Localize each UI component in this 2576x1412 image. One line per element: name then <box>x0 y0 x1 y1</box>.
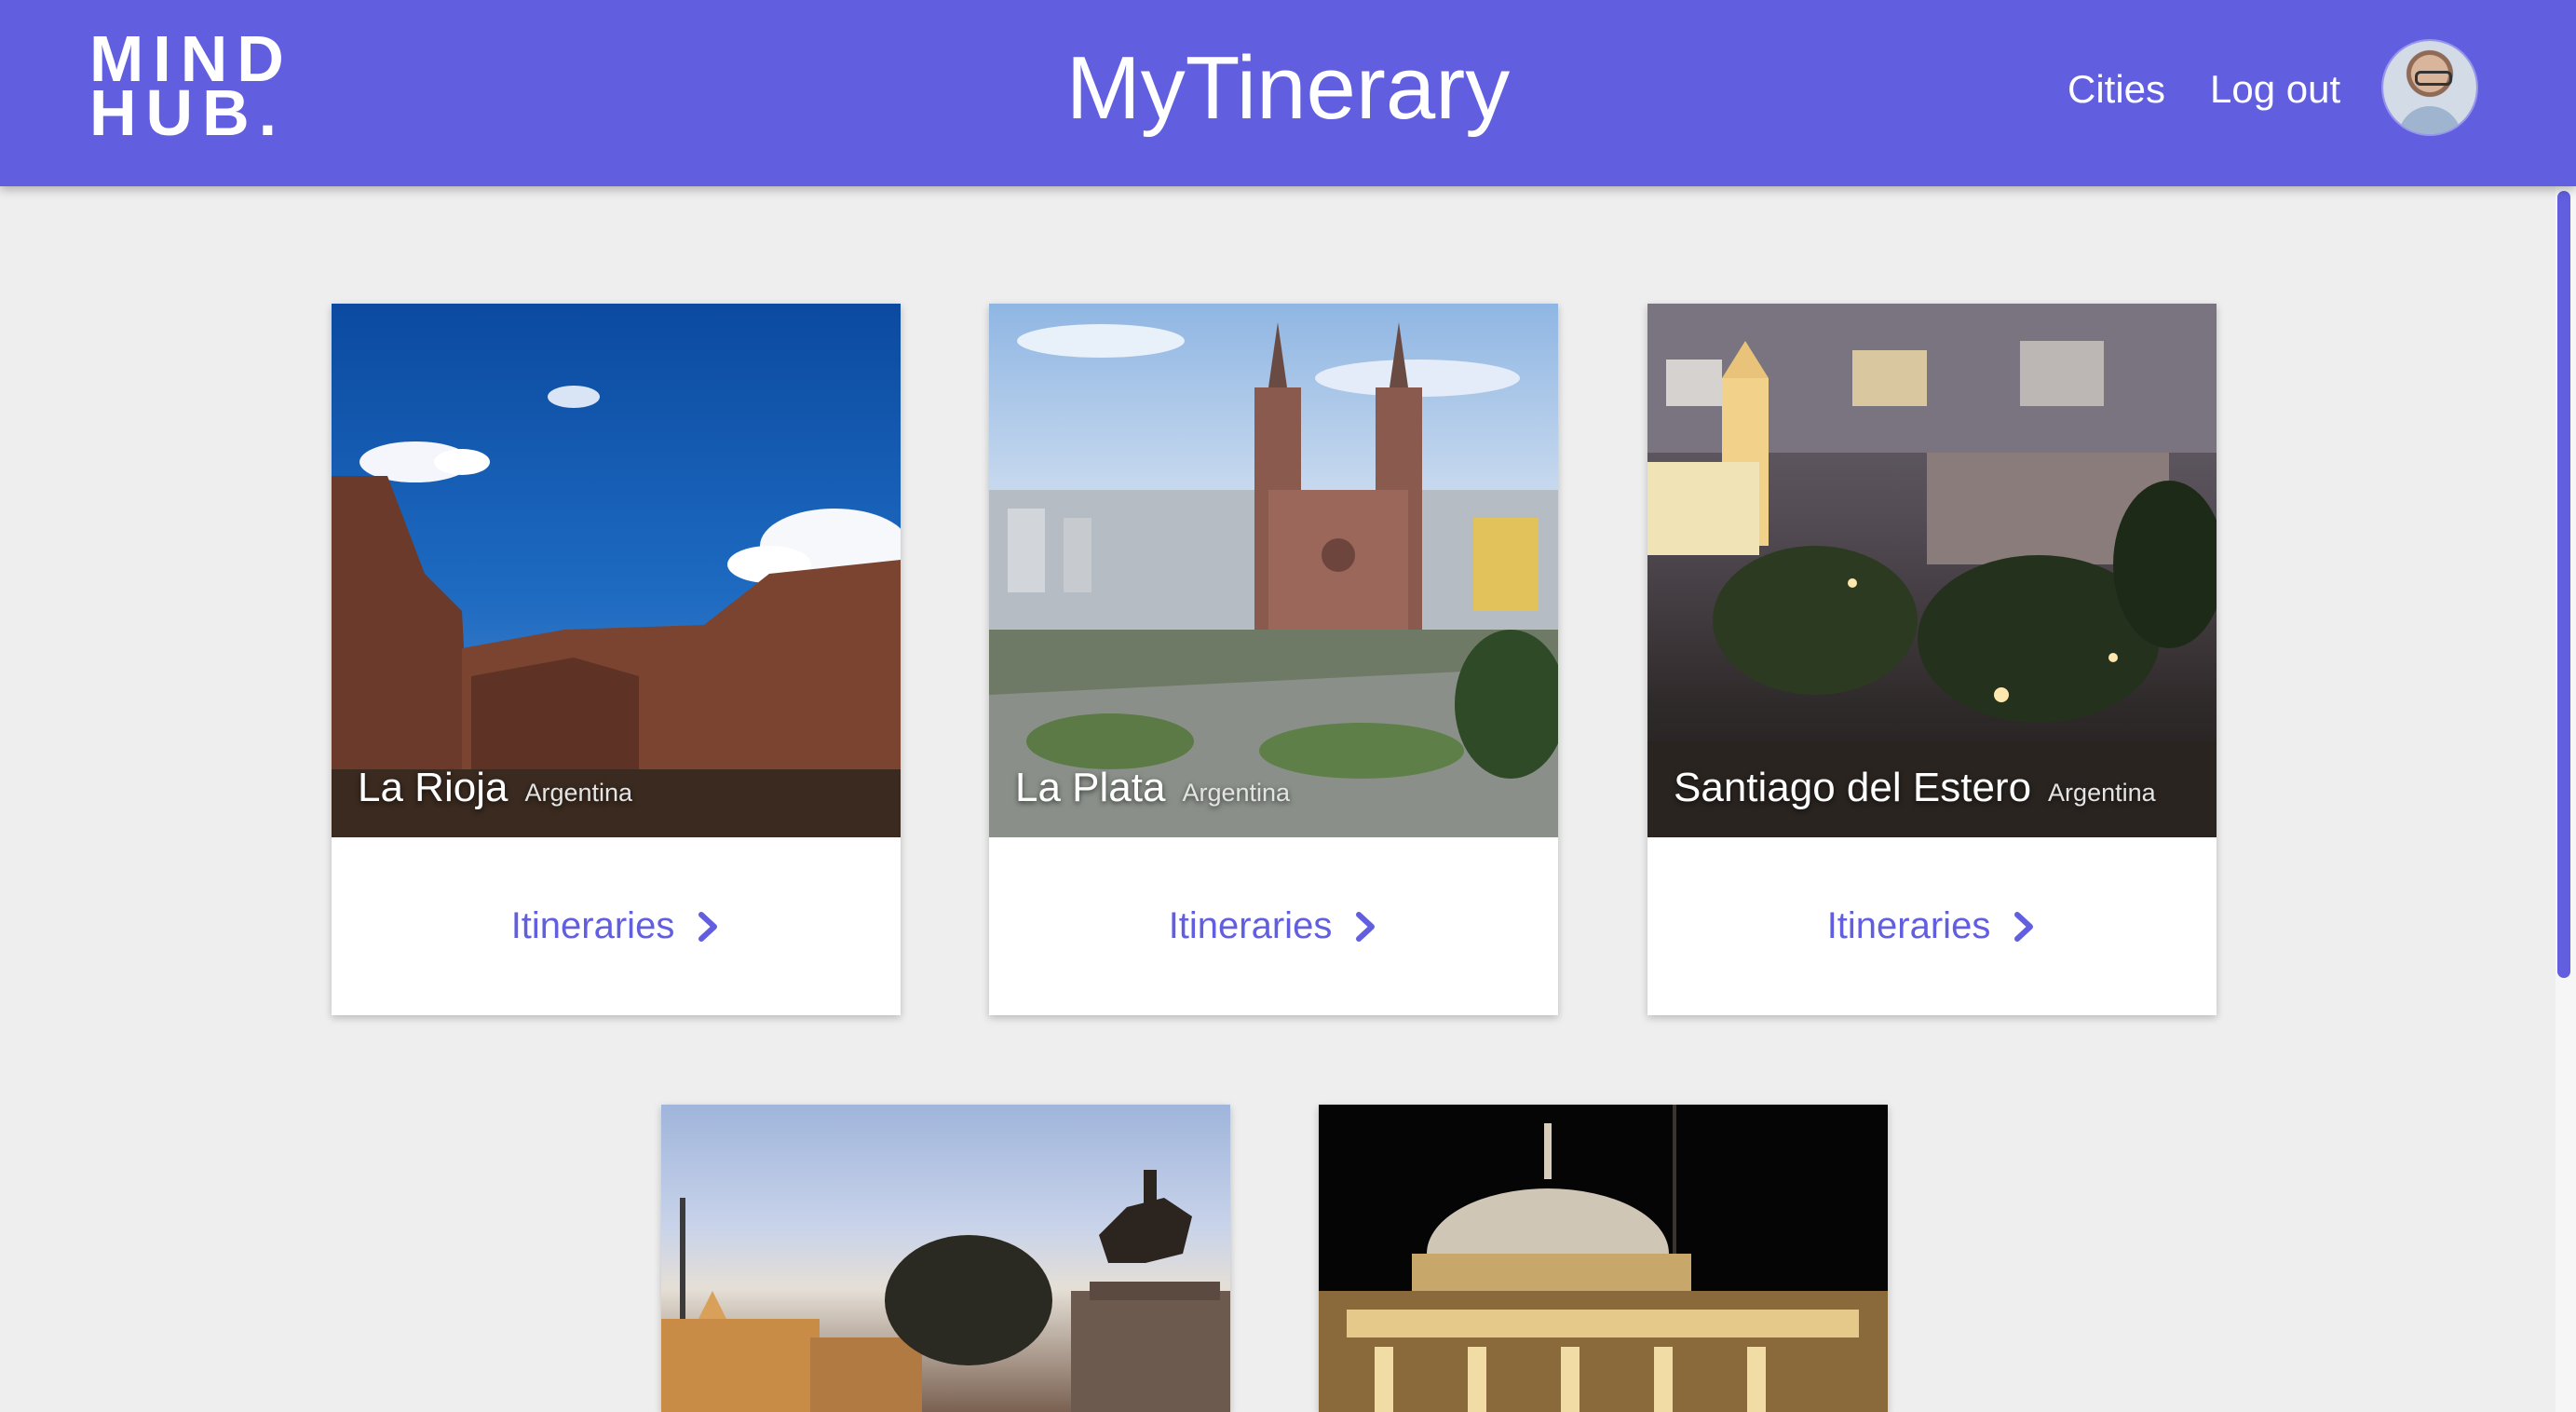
city-name: La Rioja <box>358 765 508 810</box>
city-image-la-plata[interactable]: La Plata Argentina <box>989 304 1558 837</box>
city-card-4 <box>661 1105 1230 1412</box>
avatar-shirt <box>2398 106 2461 134</box>
mindhub-logo[interactable]: MIND HUB. <box>89 26 335 149</box>
country-name: Argentina <box>524 779 633 807</box>
scrollbar-thumb[interactable] <box>2557 191 2570 978</box>
city-image-4[interactable] <box>661 1105 1230 1412</box>
country-name: Argentina <box>2048 779 2156 807</box>
city-card-santiago-del-estero: Santiago del Estero Argentina Itineraries <box>1647 304 2217 1015</box>
card-footer: Itineraries <box>989 837 1558 1015</box>
itineraries-link-la-plata[interactable]: Itineraries <box>1169 905 1379 947</box>
card-footer: Itineraries <box>332 837 901 1015</box>
city-card-la-plata: La Plata Argentina Itineraries <box>989 304 1558 1015</box>
card-footer: Itineraries <box>1647 837 2217 1015</box>
city-card-la-rioja: La Rioja Argentina Itineraries <box>332 304 901 1015</box>
country-name: Argentina <box>1182 779 1291 807</box>
city-card-5 <box>1319 1105 1888 1412</box>
city-label: Santiago del Estero Argentina <box>1674 765 2156 811</box>
itineraries-label: Itineraries <box>1168 905 1333 946</box>
city-image-5[interactable] <box>1319 1105 1888 1412</box>
user-avatar[interactable] <box>2383 41 2476 134</box>
city-label: La Plata Argentina <box>1015 765 1290 811</box>
nav-link-logout[interactable]: Log out <box>2210 61 2340 117</box>
chevron-right-icon <box>698 911 718 942</box>
avatar-glasses <box>2415 71 2452 86</box>
chevron-right-icon <box>1356 911 1376 942</box>
city-image-santiago-del-estero[interactable]: Santiago del Estero Argentina <box>1647 304 2217 837</box>
itineraries-link-santiago-del-estero[interactable]: Itineraries <box>1827 905 2038 947</box>
itineraries-link-la-rioja[interactable]: Itineraries <box>511 905 722 947</box>
city-name: Santiago del Estero <box>1674 765 2032 810</box>
app-title: MyTinerary <box>1065 38 1511 138</box>
itineraries-label: Itineraries <box>510 905 675 946</box>
chevron-right-icon <box>2014 911 2034 942</box>
top-navbar: MIND HUB. MyTinerary Cities Log out <box>0 0 2576 186</box>
itineraries-label: Itineraries <box>1826 905 1991 946</box>
city-image-la-rioja[interactable]: La Rioja Argentina <box>332 304 901 837</box>
city-label: La Rioja Argentina <box>358 765 632 811</box>
nav-link-cities[interactable]: Cities <box>2068 61 2165 117</box>
city-name: La Plata <box>1015 765 1166 810</box>
logo-line-2: HUB. <box>89 76 287 149</box>
